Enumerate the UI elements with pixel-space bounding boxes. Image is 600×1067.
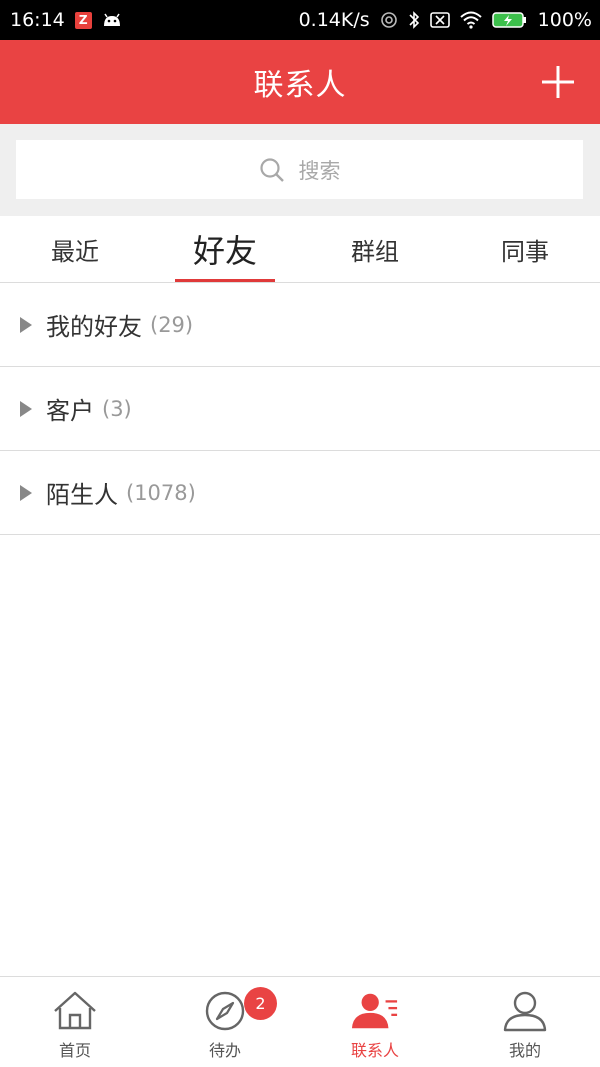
status-bar: 16:14 Z 0.14K/s 100% bbox=[0, 0, 600, 40]
group-name: 陌生人 bbox=[46, 481, 118, 509]
group-name: 客户 bbox=[46, 397, 94, 425]
contact-group-list: 我的好友 (29) 客户 (3) 陌生人 (1078) bbox=[0, 283, 600, 535]
tab-colleagues[interactable]: 同事 bbox=[450, 216, 600, 282]
nav-home[interactable]: 首页 bbox=[0, 977, 150, 1067]
group-customers[interactable]: 客户 (3) bbox=[0, 367, 600, 451]
status-time: 16:14 bbox=[10, 9, 65, 31]
group-name: 我的好友 bbox=[46, 313, 142, 341]
tab-groups[interactable]: 群组 bbox=[300, 216, 450, 282]
search-input[interactable]: 搜索 bbox=[16, 140, 583, 199]
nav-label: 联系人 bbox=[350, 1041, 399, 1060]
tab-friends[interactable]: 好友 bbox=[150, 216, 300, 282]
nav-label: 我的 bbox=[508, 1041, 541, 1060]
plus-icon bbox=[542, 66, 574, 98]
home-icon bbox=[51, 989, 99, 1033]
battery-charging-icon bbox=[491, 11, 528, 29]
search-icon bbox=[259, 157, 285, 183]
contact-tabs: 最近 好友 群组 同事 bbox=[0, 216, 600, 283]
group-my-friends[interactable]: 我的好友 (29) bbox=[0, 283, 600, 367]
sim-off-icon bbox=[429, 12, 450, 28]
nav-label: 首页 bbox=[58, 1041, 91, 1060]
nav-contacts[interactable]: 联系人 bbox=[300, 977, 450, 1067]
nav-label: 待办 bbox=[208, 1041, 241, 1060]
bottom-nav: 首页 待办 2 联系人 我的 bbox=[0, 976, 600, 1067]
android-icon bbox=[102, 13, 122, 27]
compass-icon bbox=[201, 989, 249, 1033]
hotspot-icon bbox=[380, 11, 398, 29]
contacts-icon bbox=[351, 989, 399, 1033]
battery-level: 100% bbox=[537, 9, 592, 31]
group-count: (3) bbox=[102, 396, 132, 421]
add-contact-button[interactable] bbox=[540, 64, 576, 100]
search-area: 搜索 bbox=[0, 124, 600, 216]
z-app-icon: Z bbox=[74, 11, 92, 29]
page-title: 联系人 bbox=[253, 68, 347, 103]
todo-count-badge: 2 bbox=[244, 987, 277, 1020]
expand-arrow-icon bbox=[20, 484, 32, 501]
group-count: (29) bbox=[150, 312, 194, 337]
bluetooth-icon bbox=[408, 10, 420, 30]
app-header: 联系人 bbox=[0, 40, 600, 124]
search-placeholder: 搜索 bbox=[298, 158, 341, 183]
expand-arrow-icon bbox=[20, 316, 32, 333]
wifi-icon bbox=[460, 11, 482, 29]
nav-me[interactable]: 我的 bbox=[450, 977, 600, 1067]
group-strangers[interactable]: 陌生人 (1078) bbox=[0, 451, 600, 535]
user-icon bbox=[501, 989, 549, 1033]
group-count: (1078) bbox=[126, 480, 196, 505]
tab-recent[interactable]: 最近 bbox=[0, 216, 150, 282]
expand-arrow-icon bbox=[20, 400, 32, 417]
network-speed: 0.14K/s bbox=[298, 9, 370, 31]
nav-todo[interactable]: 待办 2 bbox=[150, 977, 300, 1067]
